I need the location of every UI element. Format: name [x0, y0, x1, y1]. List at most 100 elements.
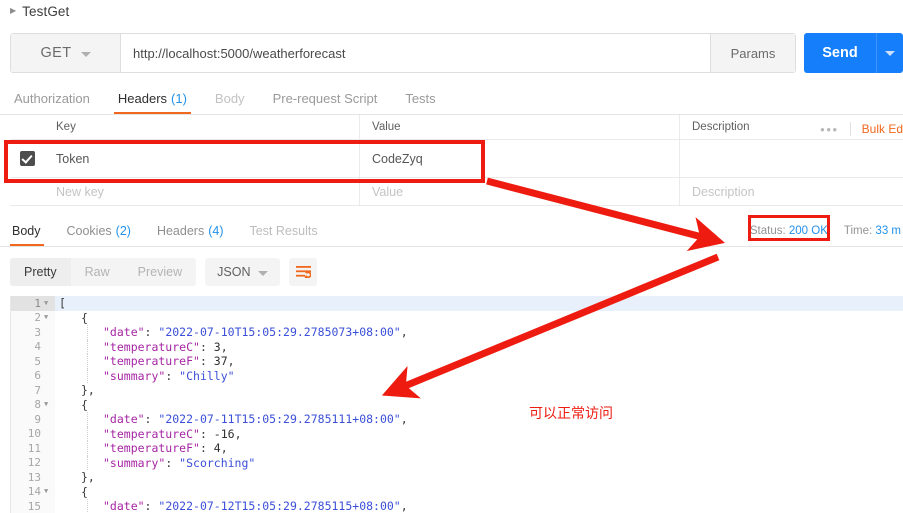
response-tab-test-results[interactable]: Test Results — [236, 216, 330, 246]
request-tab-body[interactable]: Body — [201, 83, 259, 114]
word-wrap-icon — [295, 265, 311, 278]
row-enabled-checkbox[interactable] — [19, 151, 35, 166]
token-k: "temperatureF" — [103, 354, 200, 369]
ellipsis-icon[interactable]: ••• — [820, 122, 838, 137]
request-tab-pre-request-script[interactable]: Pre-request Script — [259, 83, 392, 114]
token-k: "summary" — [103, 368, 166, 383]
new-value-input[interactable]: Value — [360, 178, 680, 205]
indent-guide — [65, 499, 77, 513]
token-n: 4 — [213, 441, 221, 456]
collapse-caret-icon[interactable]: ▶ — [10, 7, 16, 15]
tab-count: (1) — [171, 91, 187, 106]
code-text: "temperatureC": 3, — [99, 340, 228, 354]
fold-toggle-icon[interactable]: ▼ — [44, 488, 51, 495]
response-tab-body[interactable]: Body — [0, 216, 54, 246]
view-mode-pretty[interactable]: Pretty — [10, 258, 71, 286]
request-tab-headers[interactable]: Headers (1) — [104, 83, 201, 114]
token-n: 37 — [213, 354, 228, 369]
view-mode-preview[interactable]: Preview — [124, 258, 196, 286]
code-line: 10 "temperatureC": -16, — [11, 426, 903, 441]
fold-toggle-icon[interactable]: ▼ — [44, 314, 51, 321]
header-value-input[interactable]: CodeZyq — [360, 140, 680, 177]
line-number-value: 13 — [27, 470, 41, 484]
code-text: [ — [55, 296, 66, 310]
token-p: : — [199, 354, 214, 369]
response-tab-headers[interactable]: Headers (4) — [144, 216, 237, 246]
line-number: 7 — [11, 383, 55, 398]
indent-guide — [87, 339, 99, 354]
request-tab-authorization[interactable]: Authorization — [0, 83, 104, 114]
token-s: "2022-07-10T15:05:29.2785073+08:00" — [158, 325, 401, 340]
time-badge: Time: 33 m — [844, 225, 901, 237]
tab-label: Body — [12, 224, 41, 238]
token-n: 3 — [213, 339, 221, 354]
token-p: : — [165, 455, 180, 470]
token-p: , — [227, 354, 235, 369]
indent-guide — [65, 485, 77, 500]
code-line: 7}, — [11, 383, 903, 398]
header-description-input[interactable] — [680, 140, 903, 177]
code-line: 13}, — [11, 470, 903, 485]
token-k: "date" — [103, 412, 145, 427]
code-line: 1 ▼ [ — [11, 296, 903, 311]
code-line: 9 "date": "2022-07-11T15:05:29.2785111+08… — [11, 412, 903, 427]
response-tab-cookies[interactable]: Cookies (2) — [54, 216, 144, 246]
chevron-down-icon — [80, 51, 91, 57]
new-description-input[interactable]: Description — [680, 178, 903, 205]
http-method-selector[interactable]: GET — [11, 34, 121, 72]
tab-count: (4) — [208, 224, 224, 238]
line-number: 6 — [11, 368, 55, 383]
line-number: 12 — [11, 455, 55, 470]
request-tab-tests[interactable]: Tests — [391, 83, 449, 114]
token-p: { — [81, 397, 88, 412]
params-button[interactable]: Params — [710, 34, 795, 72]
send-button[interactable]: Send — [804, 33, 876, 73]
line-number: 5 — [11, 354, 55, 369]
code-line: 5 "temperatureF": 37, — [11, 354, 903, 369]
view-mode-raw[interactable]: Raw — [71, 258, 124, 286]
response-body-code[interactable]: 1 ▼[2 ▼{3 "date": "2022-07-10T15:05:29.2785… — [10, 296, 903, 513]
code-text: { — [77, 485, 88, 499]
line-number: 13 — [11, 470, 55, 485]
table-row-new[interactable]: New key Value Description — [10, 178, 903, 206]
code-line: 6 "summary": "Chilly" — [11, 368, 903, 383]
table-row[interactable]: Token CodeZyq — [10, 140, 903, 178]
view-mode-segments: Pretty Raw Preview — [10, 258, 197, 286]
token-p: : — [144, 499, 159, 513]
indent-guide — [65, 412, 77, 427]
status-value: 200 OK — [788, 225, 828, 237]
token-p: [ — [59, 296, 66, 311]
header-key-input[interactable]: Token — [44, 140, 360, 177]
url-input[interactable]: http://localhost:5000/weatherforecast — [121, 34, 710, 72]
token-s: "Chilly" — [179, 368, 235, 383]
bulk-edit-button[interactable]: Bulk Ed — [862, 122, 903, 136]
status-badge: Status: 200 OK — [750, 225, 828, 237]
line-number: 1 ▼ — [11, 296, 55, 311]
token-p: : — [199, 441, 214, 456]
code-text: "date": "2022-07-11T15:05:29.2785111+08:… — [99, 412, 408, 426]
response-language-selector[interactable]: JSON — [205, 258, 281, 286]
tab-label: Authorization — [14, 91, 90, 106]
line-number-value: 12 — [27, 456, 41, 470]
token-p: , — [234, 426, 242, 441]
fold-toggle-icon[interactable]: ▼ — [44, 299, 51, 307]
token-s: "Scorching" — [179, 455, 256, 470]
divider — [849, 122, 851, 136]
code-text: }, — [77, 470, 95, 484]
line-number-value: 15 — [27, 499, 41, 513]
code-line: 12 "summary": "Scorching" — [11, 455, 903, 470]
fold-toggle-icon[interactable]: ▼ — [44, 401, 51, 408]
line-number: 10 — [11, 426, 55, 441]
send-options-button[interactable] — [876, 33, 903, 73]
tab-label: Headers — [156, 224, 205, 238]
request-tab-title[interactable]: TestGet — [22, 4, 69, 19]
token-k: "date" — [103, 499, 145, 513]
token-p: , — [220, 339, 228, 354]
indent-guide — [65, 441, 77, 456]
token-k: "date" — [103, 325, 145, 340]
status-label: Status: — [749, 225, 786, 237]
indent-guide — [65, 354, 77, 369]
word-wrap-button[interactable] — [289, 258, 318, 286]
response-language-label: JSON — [217, 265, 251, 279]
new-key-input[interactable]: New key — [44, 178, 360, 205]
